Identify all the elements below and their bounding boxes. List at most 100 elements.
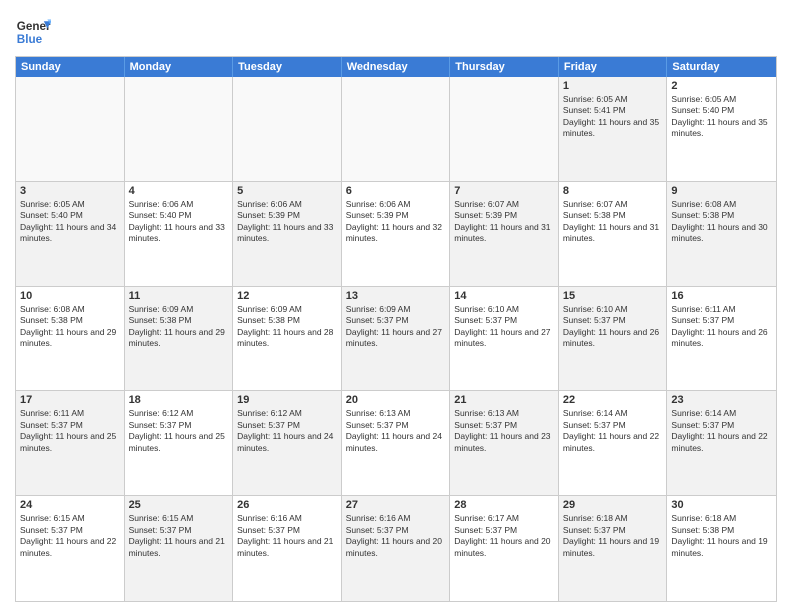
day-info: Sunrise: 6:11 AMSunset: 5:37 PMDaylight:… [671,304,772,350]
day-info: Sunrise: 6:05 AMSunset: 5:41 PMDaylight:… [563,94,663,140]
calendar-cell-27: 27 Sunrise: 6:16 AMSunset: 5:37 PMDayligh… [342,496,451,601]
calendar-row-0: 1 Sunrise: 6:05 AMSunset: 5:41 PMDaylight… [16,77,776,182]
day-of-week-wednesday: Wednesday [342,57,451,77]
day-info: Sunrise: 6:09 AMSunset: 5:37 PMDaylight:… [346,304,446,350]
page: General Blue SundayMondayTuesdayWednesda… [0,0,792,612]
day-info: Sunrise: 6:06 AMSunset: 5:40 PMDaylight:… [129,199,229,245]
day-info: Sunrise: 6:07 AMSunset: 5:38 PMDaylight:… [563,199,663,245]
day-number: 28 [454,499,554,511]
calendar-cell-25: 25 Sunrise: 6:15 AMSunset: 5:37 PMDayligh… [125,496,234,601]
calendar-cell-6: 6 Sunrise: 6:06 AMSunset: 5:39 PMDaylight… [342,182,451,286]
day-number: 18 [129,394,229,406]
calendar-cell-26: 26 Sunrise: 6:16 AMSunset: 5:37 PMDayligh… [233,496,342,601]
day-info: Sunrise: 6:14 AMSunset: 5:37 PMDaylight:… [563,408,663,454]
svg-text:Blue: Blue [17,33,43,46]
calendar-cell-17: 17Sunrise: 6:11 AMSunset: 5:37 PMDayligh… [16,391,125,495]
day-info: Sunrise: 6:05 AMSunset: 5:40 PMDaylight:… [20,199,120,245]
day-info: Sunrise: 6:10 AMSunset: 5:37 PMDaylight:… [563,304,663,350]
day-number: 4 [129,185,229,197]
header: General Blue [15,10,777,50]
calendar-row-4: 24 Sunrise: 6:15 AMSunset: 5:37 PMDayligh… [16,496,776,601]
day-number: 21 [454,394,554,406]
day-number: 20 [346,394,446,406]
day-number: 25 [129,499,229,511]
day-number: 14 [454,290,554,302]
day-number: 22 [563,394,663,406]
calendar-cell-1: 1 Sunrise: 6:05 AMSunset: 5:41 PMDaylight… [559,77,668,181]
day-number: 24 [20,499,120,511]
calendar-cell-15: 15 Sunrise: 6:10 AMSunset: 5:37 PMDayligh… [559,287,668,391]
day-number: 19 [237,394,337,406]
day-info: Sunrise: 6:18 AMSunset: 5:37 PMDaylight:… [563,513,663,559]
day-info: Sunrise: 6:14 AMSunset: 5:37 PMDaylight:… [671,408,772,454]
day-number: 15 [563,290,663,302]
day-number: 8 [563,185,663,197]
day-info: Sunrise: 6:09 AMSunset: 5:38 PMDaylight:… [237,304,337,350]
day-info: Sunrise: 6:12 AMSunset: 5:37 PMDaylight:… [237,408,337,454]
day-number: 26 [237,499,337,511]
day-number: 1 [563,80,663,92]
day-info: Sunrise: 6:10 AMSunset: 5:37 PMDaylight:… [454,304,554,350]
day-info: Sunrise: 6:07 AMSunset: 5:39 PMDaylight:… [454,199,554,245]
day-info: Sunrise: 6:05 AMSunset: 5:40 PMDaylight:… [671,94,772,140]
day-info: Sunrise: 6:09 AMSunset: 5:38 PMDaylight:… [129,304,229,350]
calendar-cell-19: 19 Sunrise: 6:12 AMSunset: 5:37 PMDayligh… [233,391,342,495]
calendar-cell-5: 5 Sunrise: 6:06 AMSunset: 5:39 PMDaylight… [233,182,342,286]
day-number: 11 [129,290,229,302]
calendar-cell-8: 8 Sunrise: 6:07 AMSunset: 5:38 PMDaylight… [559,182,668,286]
calendar-cell-7: 7Sunrise: 6:07 AMSunset: 5:39 PMDaylight… [450,182,559,286]
calendar-header: SundayMondayTuesdayWednesdayThursdayFrid… [16,57,776,77]
day-number: 5 [237,185,337,197]
day-of-week-saturday: Saturday [667,57,776,77]
day-number: 9 [671,185,772,197]
calendar-cell-14: 14 Sunrise: 6:10 AMSunset: 5:37 PMDayligh… [450,287,559,391]
calendar-cell-29: 29 Sunrise: 6:18 AMSunset: 5:37 PMDayligh… [559,496,668,601]
calendar: SundayMondayTuesdayWednesdayThursdayFrid… [15,56,777,602]
day-number: 16 [671,290,772,302]
calendar-cell-16: 16 Sunrise: 6:11 AMSunset: 5:37 PMDayligh… [667,287,776,391]
day-info: Sunrise: 6:08 AMSunset: 5:38 PMDaylight:… [671,199,772,245]
calendar-cell-12: 12Sunrise: 6:09 AMSunset: 5:38 PMDayligh… [233,287,342,391]
day-number: 10 [20,290,120,302]
calendar-row-2: 10Sunrise: 6:08 AMSunset: 5:38 PMDayligh… [16,287,776,392]
calendar-body: 1 Sunrise: 6:05 AMSunset: 5:41 PMDaylight… [16,77,776,601]
calendar-cell-10: 10Sunrise: 6:08 AMSunset: 5:38 PMDayligh… [16,287,125,391]
calendar-cell-empty-0-0 [16,77,125,181]
day-info: Sunrise: 6:16 AMSunset: 5:37 PMDaylight:… [346,513,446,559]
calendar-cell-empty-0-2 [233,77,342,181]
day-of-week-monday: Monday [125,57,234,77]
day-info: Sunrise: 6:11 AMSunset: 5:37 PMDaylight:… [20,408,120,454]
day-info: Sunrise: 6:16 AMSunset: 5:37 PMDaylight:… [237,513,337,559]
day-info: Sunrise: 6:06 AMSunset: 5:39 PMDaylight:… [346,199,446,245]
day-number: 27 [346,499,446,511]
logo: General Blue [15,14,51,50]
calendar-cell-11: 11 Sunrise: 6:09 AMSunset: 5:38 PMDayligh… [125,287,234,391]
calendar-row-1: 3Sunrise: 6:05 AMSunset: 5:40 PMDaylight… [16,182,776,287]
day-number: 30 [671,499,772,511]
day-of-week-tuesday: Tuesday [233,57,342,77]
calendar-cell-22: 22 Sunrise: 6:14 AMSunset: 5:37 PMDayligh… [559,391,668,495]
day-of-week-friday: Friday [559,57,668,77]
logo-icon: General Blue [15,14,51,50]
day-number: 23 [671,394,772,406]
day-info: Sunrise: 6:18 AMSunset: 5:38 PMDaylight:… [671,513,772,559]
day-number: 6 [346,185,446,197]
day-info: Sunrise: 6:15 AMSunset: 5:37 PMDaylight:… [20,513,120,559]
day-number: 29 [563,499,663,511]
calendar-cell-23: 23 Sunrise: 6:14 AMSunset: 5:37 PMDayligh… [667,391,776,495]
day-number: 13 [346,290,446,302]
calendar-cell-empty-0-3 [342,77,451,181]
calendar-cell-13: 13 Sunrise: 6:09 AMSunset: 5:37 PMDayligh… [342,287,451,391]
calendar-cell-empty-0-4 [450,77,559,181]
day-info: Sunrise: 6:06 AMSunset: 5:39 PMDaylight:… [237,199,337,245]
calendar-cell-30: 30 Sunrise: 6:18 AMSunset: 5:38 PMDayligh… [667,496,776,601]
calendar-cell-20: 20Sunrise: 6:13 AMSunset: 5:37 PMDayligh… [342,391,451,495]
calendar-cell-2: 2Sunrise: 6:05 AMSunset: 5:40 PMDaylight… [667,77,776,181]
calendar-cell-24: 24 Sunrise: 6:15 AMSunset: 5:37 PMDayligh… [16,496,125,601]
day-info: Sunrise: 6:15 AMSunset: 5:37 PMDaylight:… [129,513,229,559]
day-info: Sunrise: 6:12 AMSunset: 5:37 PMDaylight:… [129,408,229,454]
calendar-cell-18: 18 Sunrise: 6:12 AMSunset: 5:37 PMDayligh… [125,391,234,495]
calendar-cell-empty-0-1 [125,77,234,181]
calendar-row-3: 17Sunrise: 6:11 AMSunset: 5:37 PMDayligh… [16,391,776,496]
calendar-cell-28: 28Sunrise: 6:17 AMSunset: 5:37 PMDayligh… [450,496,559,601]
